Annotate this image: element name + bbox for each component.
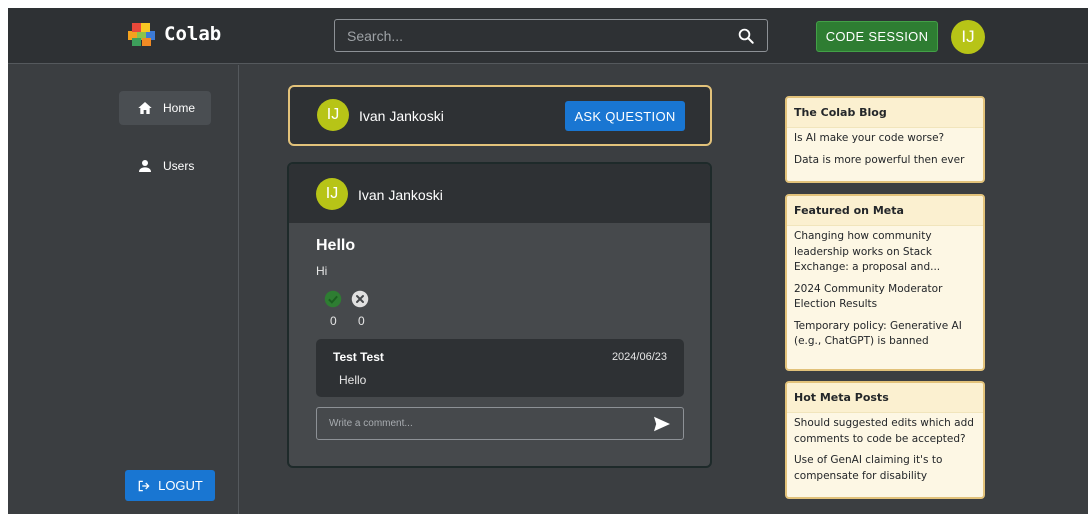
blog-widget: The Colab Blog Is AI make your code wors… [785, 96, 985, 183]
app-window: Colab CODE SESSION IJ Home Users [8, 8, 1088, 514]
widget-title: Hot Meta Posts [787, 383, 983, 413]
featured-meta-widget: Featured on Meta Changing how community … [785, 194, 985, 371]
post-title: Hello [316, 237, 356, 254]
widget-link[interactable]: 2024 Community Moderator Election Result… [787, 279, 983, 316]
post-author: Ivan Jankoski [358, 187, 443, 203]
hot-meta-posts-widget: Hot Meta Posts Should suggested edits wh… [785, 381, 985, 499]
comment-author: Test Test [333, 350, 384, 364]
home-icon [138, 102, 152, 114]
colab-logo-icon [128, 23, 155, 46]
search-input[interactable] [335, 20, 725, 51]
sidebar-item-home[interactable]: Home [119, 91, 211, 125]
top-bar: Colab CODE SESSION IJ [8, 8, 1088, 64]
widget-link[interactable]: Use of GenAI claiming it's to compensate… [787, 450, 983, 487]
widget-link[interactable]: Should suggested edits which add comment… [787, 413, 983, 450]
cancel-circle-icon[interactable] [351, 290, 369, 308]
current-user-name: Ivan Jankoski [359, 108, 444, 124]
downvote-count: 0 [358, 314, 365, 328]
comment-box [316, 407, 684, 440]
comment-text: Hello [339, 373, 367, 387]
post-header: IJ Ivan Jankoski [289, 164, 710, 223]
logout-button[interactable]: LOGUT [125, 470, 215, 501]
widget-link[interactable]: Temporary policy: Generative AI (e.g., C… [787, 316, 983, 353]
comment-date: 2024/06/23 [611, 351, 667, 363]
upvote-count: 0 [330, 314, 337, 328]
search-box [334, 19, 768, 52]
question-post: IJ Ivan Jankoski Hello Hi 0 0 Test Test … [287, 162, 712, 468]
logout-icon [138, 480, 150, 491]
user-icon [139, 160, 151, 172]
widget-link[interactable]: Changing how community leadership works … [787, 226, 983, 279]
sidebar-item-label: Home [163, 101, 196, 115]
sidebar-item-users[interactable]: Users [119, 149, 211, 183]
sidebar-item-label: Users [163, 159, 195, 173]
search-icon[interactable] [737, 27, 755, 45]
post-body: Hi [316, 264, 328, 278]
code-session-button[interactable]: CODE SESSION [816, 21, 938, 52]
avatar: IJ [316, 178, 348, 210]
logout-label: LOGUT [158, 478, 203, 493]
comment-item: Test Test 2024/06/23 Hello [316, 339, 684, 397]
comment-input[interactable] [317, 408, 637, 439]
send-icon[interactable] [653, 416, 671, 432]
app-logo[interactable]: Colab [126, 21, 221, 47]
user-avatar[interactable]: IJ [951, 20, 985, 54]
ask-question-panel: IJ Ivan Jankoski ASK QUESTION [288, 85, 712, 146]
ask-question-button[interactable]: ASK QUESTION [565, 101, 685, 131]
widget-title: The Colab Blog [787, 98, 983, 128]
avatar: IJ [317, 99, 349, 131]
widget-link[interactable]: Data is more powerful then ever [787, 150, 983, 172]
sidebar: Home Users LOGUT [8, 65, 239, 514]
widget-link[interactable]: Is AI make your code worse? [787, 128, 983, 150]
app-name: Colab [164, 23, 222, 45]
check-circle-icon[interactable] [324, 290, 342, 308]
widget-title: Featured on Meta [787, 196, 983, 226]
